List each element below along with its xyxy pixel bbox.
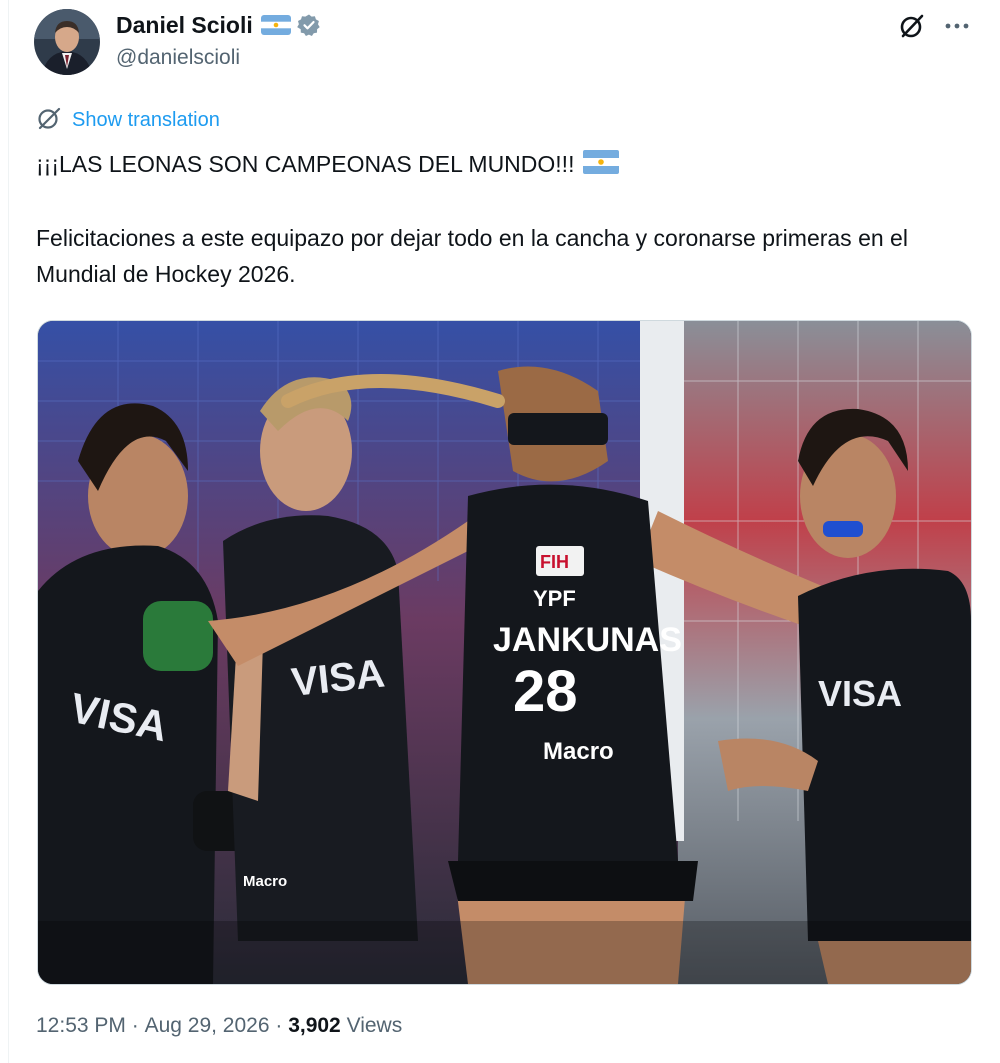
views-count: 3,902 [288, 1014, 341, 1037]
jersey-name: JANKUNAS [493, 621, 682, 659]
meta-separator: · [269, 1014, 289, 1037]
globe-icon [36, 105, 62, 136]
jersey-badge: FIH [540, 552, 569, 572]
views-label: Views [340, 1014, 403, 1037]
more-icon[interactable] [944, 13, 970, 44]
tweet-date[interactable]: Aug 29, 2026 [145, 1014, 270, 1038]
grok-icon[interactable] [898, 12, 926, 45]
argentina-flag-icon [260, 15, 291, 35]
author-display-name[interactable]: Daniel Scioli [116, 12, 253, 39]
jersey-number: 28 [513, 659, 578, 724]
tweet-actions [898, 12, 970, 45]
show-translation[interactable]: Show translation [36, 106, 220, 134]
argentina-flag-icon [582, 148, 619, 184]
author-name-row: Daniel Scioli [116, 10, 321, 40]
short-sponsor-left: Macro [243, 873, 287, 890]
tweet-time[interactable]: 12:53 PM [36, 1014, 126, 1038]
author-handle[interactable]: @danielscioli [116, 46, 240, 70]
avatar[interactable] [34, 9, 100, 75]
tweet-text: ¡¡¡LAS LEONAS SON CAMPEONAS DEL MUNDO!!!… [36, 146, 966, 292]
column-border [8, 0, 9, 1063]
verified-badge-icon[interactable] [296, 13, 321, 37]
jersey-sponsor: YPF [533, 586, 576, 611]
show-translation-link[interactable]: Show translation [72, 109, 220, 132]
tweet-photo[interactable]: VISA VISA Macro FIH YPF JANKUNAS 28 Macr… [37, 320, 972, 985]
tweet-line-headline: ¡¡¡LAS LEONAS SON CAMPEONAS DEL MUNDO!!! [36, 146, 966, 184]
short-sponsor-center: Macro [543, 738, 614, 765]
tweet-meta: 12:53 PM · Aug 29, 2026 · 3,902 Views [36, 1014, 402, 1038]
tweet-headline-text: ¡¡¡LAS LEONAS SON CAMPEONAS DEL MUNDO!!! [36, 151, 581, 177]
tweet-body: Felicitaciones a este equipazo por dejar… [36, 225, 908, 287]
shirt-logo-right: VISA [818, 673, 902, 714]
meta-separator: · [125, 1014, 145, 1037]
